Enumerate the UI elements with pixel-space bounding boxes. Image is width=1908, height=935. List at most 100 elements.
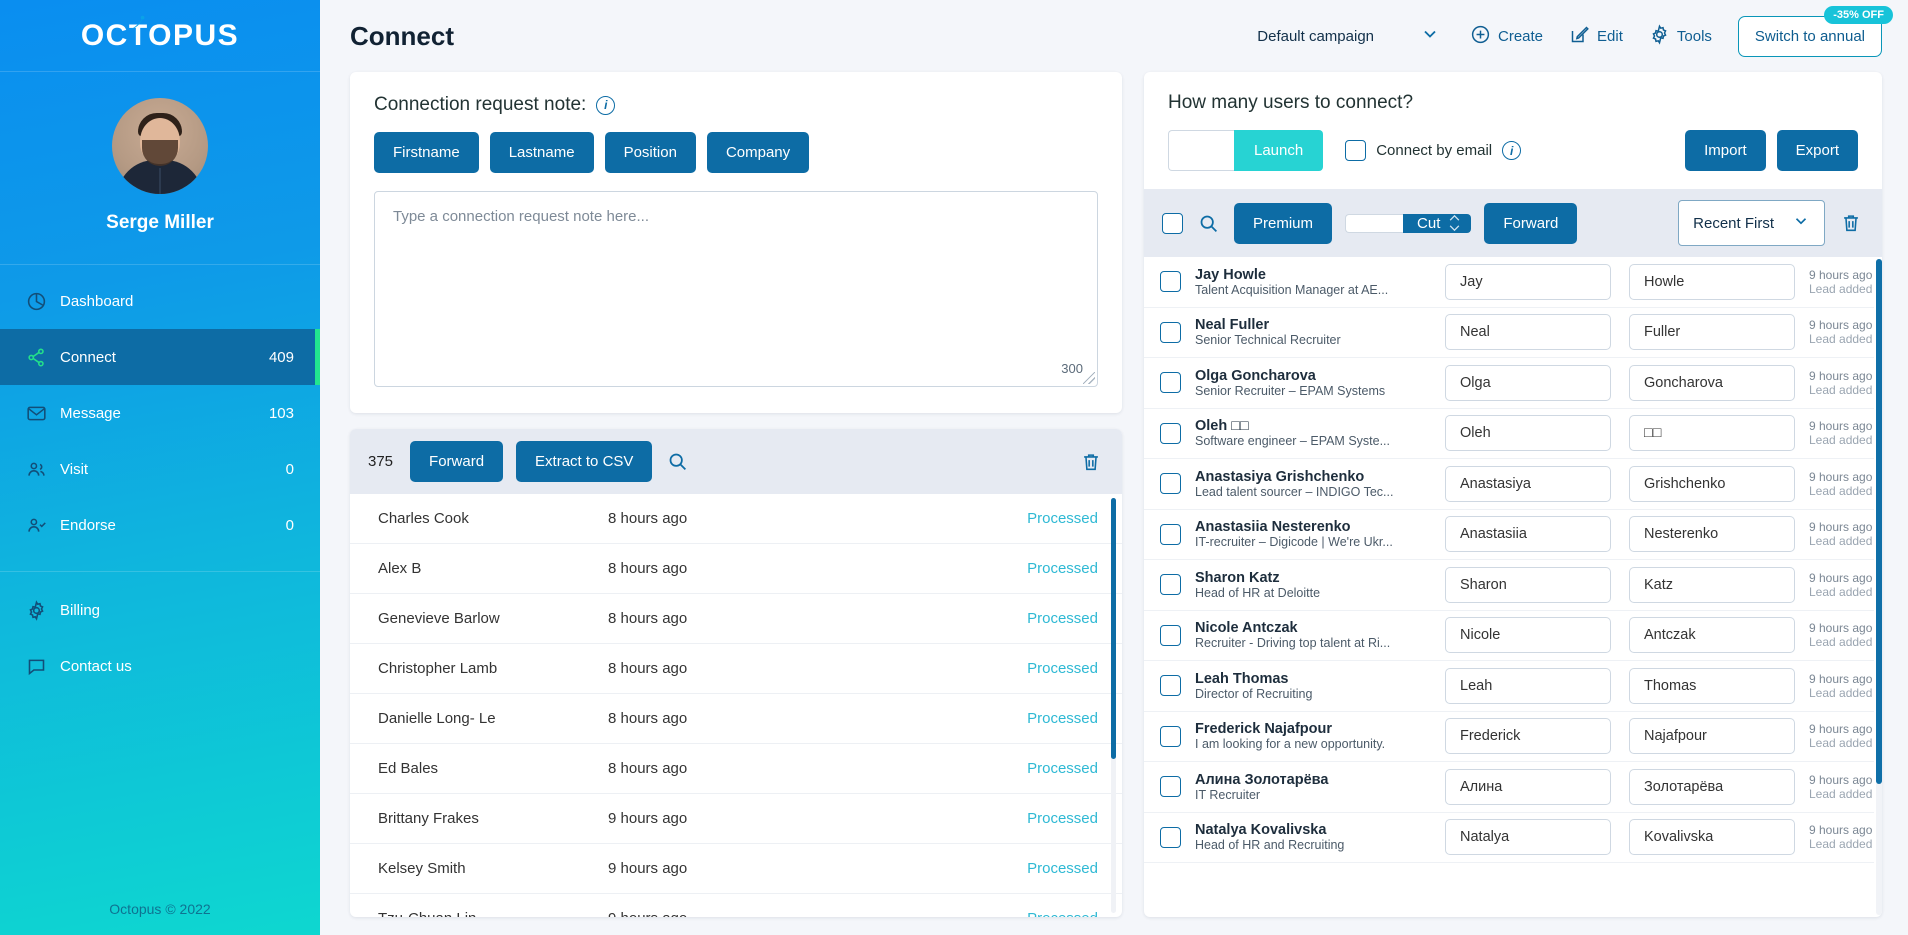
- info-icon[interactable]: i: [596, 95, 616, 115]
- sidebar-item-connect[interactable]: Connect 409: [0, 329, 320, 385]
- list-item[interactable]: Frederick Najafpour I am looking for a n…: [1144, 712, 1874, 762]
- table-row[interactable]: Tzu-Chuan Lin 9 hours ago Processed: [350, 894, 1122, 917]
- list-item[interactable]: Neal Fuller Senior Technical Recruiter N…: [1144, 308, 1874, 358]
- stepper-icon[interactable]: [1448, 214, 1461, 232]
- list-item[interactable]: Jay Howle Talent Acquisition Manager at …: [1144, 257, 1874, 308]
- list-item[interactable]: Natalya Kovalivska Head of HR and Recrui…: [1144, 813, 1874, 863]
- processed-list[interactable]: Charles Cook 8 hours ago Processed Alex …: [350, 494, 1122, 917]
- tools-button[interactable]: Tools: [1649, 23, 1712, 49]
- contacts-list[interactable]: Jay Howle Talent Acquisition Manager at …: [1144, 257, 1882, 917]
- row-checkbox[interactable]: [1160, 574, 1181, 596]
- users-amount-input[interactable]: [1168, 130, 1234, 171]
- row-checkbox[interactable]: [1160, 725, 1181, 747]
- last-name-field[interactable]: Nesterenko: [1629, 516, 1795, 553]
- cut-button[interactable]: Cut: [1403, 213, 1472, 233]
- row-checkbox[interactable]: [1160, 372, 1181, 394]
- row-checkbox[interactable]: [1160, 624, 1181, 646]
- last-name-field[interactable]: Antczak: [1629, 617, 1795, 654]
- table-row[interactable]: Alex B 8 hours ago Processed: [350, 544, 1122, 594]
- sidebar-item-billing[interactable]: Billing: [0, 582, 320, 638]
- row-checkbox[interactable]: [1160, 422, 1181, 444]
- sidebar-item-endorse[interactable]: Endorse 0: [0, 497, 320, 553]
- row-checkbox[interactable]: [1160, 826, 1181, 848]
- last-name-field[interactable]: Katz: [1629, 566, 1795, 603]
- sidebar-item-contact-us[interactable]: Contact us: [0, 638, 320, 694]
- tag-position-button[interactable]: Position: [604, 132, 696, 173]
- list-item[interactable]: Oleh □□ Software engineer – EPAM Syste..…: [1144, 409, 1874, 459]
- first-name-field[interactable]: Jay: [1445, 263, 1611, 300]
- list-item[interactable]: Olga Goncharova Senior Recruiter – EPAM …: [1144, 358, 1874, 409]
- list-item[interactable]: Sharon Katz Head of HR at Deloitte Sharo…: [1144, 560, 1874, 611]
- launch-button[interactable]: Launch: [1234, 130, 1324, 171]
- last-name-field[interactable]: Kovalivska: [1629, 819, 1795, 856]
- row-checkbox[interactable]: [1160, 473, 1181, 495]
- first-name-field[interactable]: Olga: [1445, 364, 1611, 401]
- table-row[interactable]: Charles Cook 8 hours ago Processed: [350, 494, 1122, 544]
- first-name-field[interactable]: Neal: [1445, 314, 1611, 351]
- premium-button[interactable]: Premium: [1234, 202, 1333, 244]
- cut-amount-input[interactable]: [1345, 213, 1404, 233]
- tag-company-button[interactable]: Company: [706, 132, 810, 173]
- table-row[interactable]: Brittany Frakes 9 hours ago Processed: [350, 794, 1122, 844]
- list-item[interactable]: Anastasiya Grishchenko Lead talent sourc…: [1144, 459, 1874, 510]
- table-row[interactable]: Ed Bales 8 hours ago Processed: [350, 744, 1122, 794]
- delete-icon[interactable]: [1838, 210, 1864, 236]
- brand-logo[interactable]: OCTOPUS: [0, 0, 320, 72]
- export-button[interactable]: Export: [1776, 130, 1858, 171]
- table-row[interactable]: Christopher Lamb 8 hours ago Processed: [350, 644, 1122, 694]
- last-name-field[interactable]: Howle: [1629, 263, 1795, 300]
- last-name-field[interactable]: Fuller: [1629, 314, 1795, 351]
- contacts-forward-button[interactable]: Forward: [1484, 202, 1578, 244]
- last-name-field[interactable]: Thomas: [1629, 667, 1795, 704]
- table-row[interactable]: Danielle Long- Le 8 hours ago Processed: [350, 694, 1122, 744]
- switch-to-annual-button[interactable]: Switch to annual -35% OFF: [1737, 5, 1893, 57]
- row-checkbox[interactable]: [1160, 776, 1181, 798]
- last-name-field[interactable]: Najafpour: [1629, 718, 1795, 755]
- first-name-field[interactable]: Nicole: [1445, 617, 1611, 654]
- import-button[interactable]: Import: [1685, 130, 1766, 171]
- table-row[interactable]: Genevieve Barlow 8 hours ago Processed: [350, 594, 1122, 644]
- search-icon[interactable]: [665, 449, 690, 474]
- row-checkbox[interactable]: [1160, 675, 1181, 697]
- first-name-field[interactable]: Oleh: [1445, 415, 1611, 452]
- resize-grip-icon[interactable]: [1083, 372, 1095, 384]
- connect-by-email-option[interactable]: Connect by email i: [1345, 140, 1522, 161]
- list-item[interactable]: Anastasiia Nesterenko IT-recruiter – Dig…: [1144, 510, 1874, 560]
- campaign-selector[interactable]: Default campaign: [1257, 24, 1440, 48]
- extract-to-csv-button[interactable]: Extract to CSV: [516, 441, 653, 482]
- row-checkbox[interactable]: [1160, 321, 1181, 343]
- row-checkbox[interactable]: [1160, 271, 1181, 293]
- list-item[interactable]: Алина Золотарёва IT Recruiter Алина Золо…: [1144, 762, 1874, 813]
- first-name-field[interactable]: Алина: [1445, 768, 1611, 805]
- first-name-field[interactable]: Frederick: [1445, 718, 1611, 755]
- list-item[interactable]: Nicole Antczak Recruiter - Driving top t…: [1144, 611, 1874, 661]
- sidebar-item-dashboard[interactable]: Dashboard: [0, 273, 320, 329]
- table-row[interactable]: Kelsey Smith 9 hours ago Processed: [350, 844, 1122, 894]
- sidebar-item-message[interactable]: Message 103: [0, 385, 320, 441]
- contacts-scrollbar[interactable]: [1876, 259, 1882, 915]
- search-icon[interactable]: [1196, 211, 1221, 236]
- first-name-field[interactable]: Sharon: [1445, 566, 1611, 603]
- processed-scrollbar[interactable]: [1111, 498, 1116, 913]
- first-name-field[interactable]: Natalya: [1445, 819, 1611, 856]
- connect-by-email-checkbox[interactable]: [1345, 140, 1367, 161]
- first-name-field[interactable]: Anastasiya: [1445, 465, 1611, 502]
- last-name-field[interactable]: □□: [1629, 415, 1795, 452]
- delete-icon[interactable]: [1078, 449, 1104, 475]
- tag-firstname-button[interactable]: Firstname: [374, 132, 479, 173]
- sort-order-select[interactable]: Recent First: [1678, 200, 1825, 246]
- first-name-field[interactable]: Anastasiia: [1445, 516, 1611, 553]
- info-icon[interactable]: i: [1502, 141, 1522, 160]
- last-name-field[interactable]: Grishchenko: [1629, 465, 1795, 502]
- first-name-field[interactable]: Leah: [1445, 667, 1611, 704]
- note-textarea[interactable]: Type a connection request note here... 3…: [374, 191, 1098, 387]
- avatar[interactable]: [112, 98, 208, 194]
- row-checkbox[interactable]: [1160, 523, 1181, 545]
- last-name-field[interactable]: Золотарёва: [1629, 768, 1795, 805]
- tag-lastname-button[interactable]: Lastname: [489, 132, 594, 173]
- last-name-field[interactable]: Goncharova: [1629, 364, 1795, 401]
- list-item[interactable]: Leah Thomas Director of Recruiting Leah …: [1144, 661, 1874, 712]
- edit-button[interactable]: Edit: [1569, 24, 1623, 49]
- create-button[interactable]: Create: [1470, 24, 1543, 49]
- select-all-checkbox[interactable]: [1162, 212, 1183, 234]
